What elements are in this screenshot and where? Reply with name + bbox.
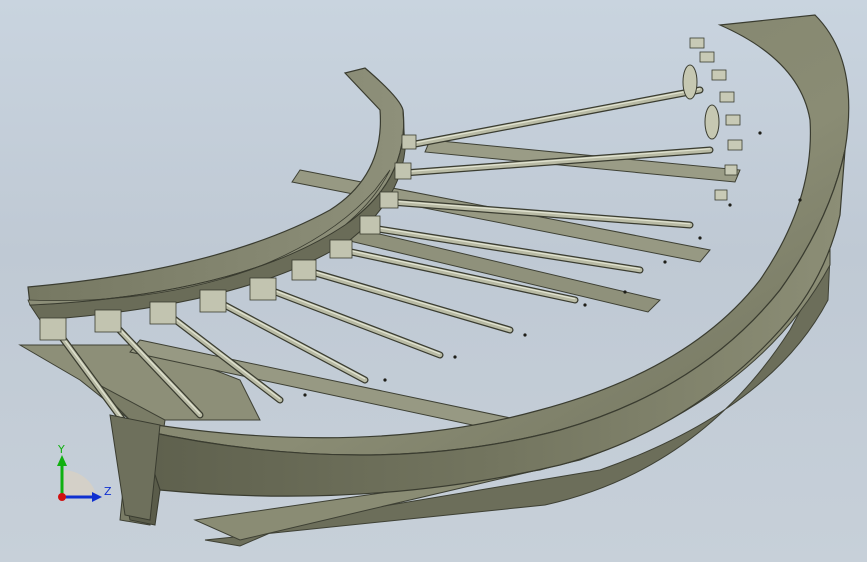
conveyor-model[interactable] xyxy=(0,0,867,562)
graphics-viewport[interactable]: Y Z xyxy=(0,0,867,562)
roller-highlight xyxy=(409,88,701,145)
roller xyxy=(407,87,703,148)
roller-pulley xyxy=(682,64,698,100)
roller-pulley xyxy=(704,104,720,140)
roller xyxy=(262,285,443,358)
